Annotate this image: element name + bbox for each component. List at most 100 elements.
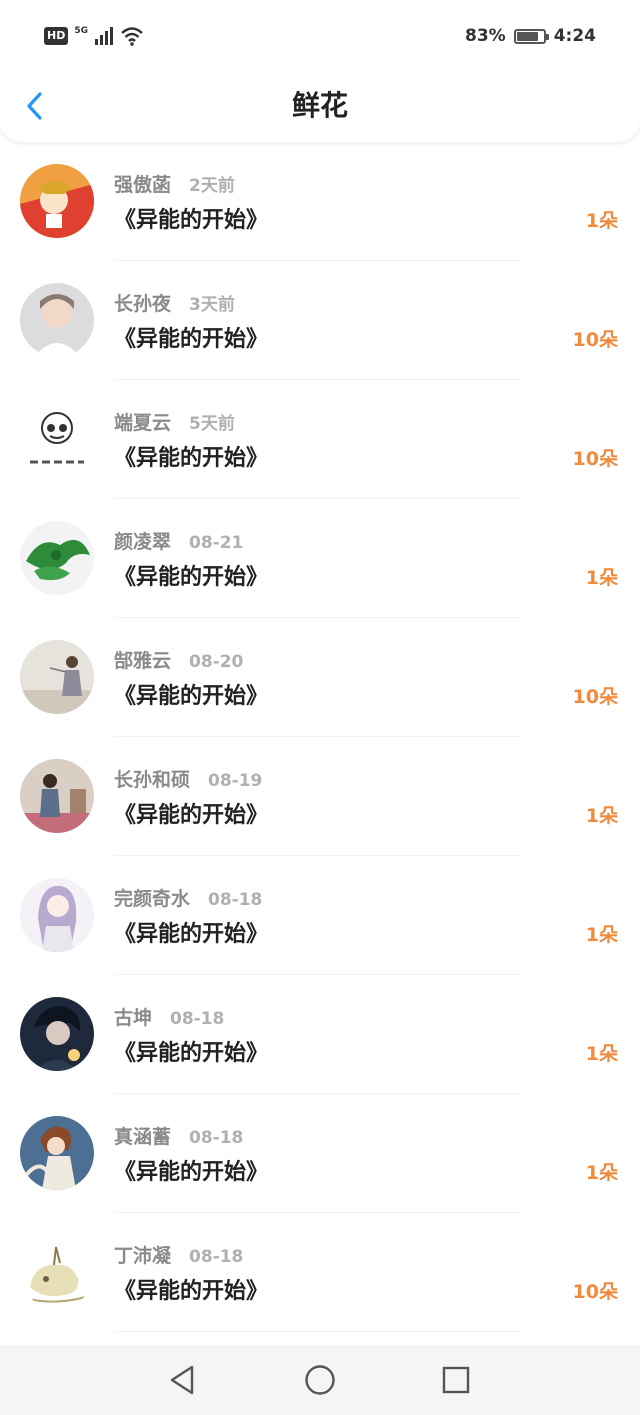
status-bar: HD 5G 83% 4:24 (0, 0, 640, 72)
recents-square-icon (442, 1366, 470, 1394)
avatar-image-icon (20, 878, 94, 952)
flower-count: 1朵 (585, 210, 618, 232)
post-time: 08-18 (208, 890, 263, 910)
post-time: 08-21 (189, 533, 244, 553)
book-title: 《异能的开始》 (114, 1041, 269, 1066)
avatar-image-icon (20, 640, 94, 714)
list-item[interactable]: 丁沛凝 08-18 《异能的开始》 10朵 (0, 1213, 640, 1332)
avatar[interactable] (20, 759, 94, 833)
book-title: 《异能的开始》 (114, 565, 269, 590)
avatar[interactable] (20, 997, 94, 1071)
list-item[interactable]: 端夏云 5天前 《异能的开始》 10朵 (0, 380, 640, 499)
user-name: 丁沛凝 (114, 1245, 172, 1267)
avatar[interactable] (20, 878, 94, 952)
avatar-image-icon (20, 1116, 94, 1190)
book-title: 《异能的开始》 (114, 684, 269, 709)
user-name: 郜雅云 (114, 650, 172, 672)
user-name: 颜凌翠 (114, 531, 172, 553)
list-item[interactable]: 郜雅云 08-20 《异能的开始》 10朵 (0, 618, 640, 737)
list-item[interactable]: 完颜奇水 08-18 《异能的开始》 1朵 (0, 856, 640, 975)
book-title: 《异能的开始》 (114, 1279, 269, 1304)
row-meta: 长孙和硕 08-19 (114, 765, 262, 792)
flower-count: 1朵 (585, 805, 618, 827)
screen: HD 5G 83% 4:24 鲜花 强傲菡 2天前 《异能的开始》 1朵 长孙夜… (0, 0, 640, 1415)
battery-percent: 83% (465, 26, 506, 46)
flower-count: 10朵 (572, 686, 618, 708)
row-meta: 丁沛凝 08-18 (114, 1241, 243, 1268)
user-name: 完颜奇水 (114, 888, 191, 910)
avatar[interactable] (20, 164, 94, 238)
nav-recents-button[interactable] (439, 1363, 473, 1397)
signal-icon (95, 27, 113, 45)
post-time: 08-18 (189, 1128, 244, 1148)
row-meta: 强傲菡 2天前 (114, 170, 235, 197)
home-circle-icon (305, 1365, 335, 1395)
list-item[interactable]: 强傲菡 2天前 《异能的开始》 1朵 (0, 142, 640, 261)
flower-count: 10朵 (572, 1281, 618, 1303)
status-left: HD 5G (44, 26, 144, 46)
battery-fill (516, 31, 539, 41)
user-name: 端夏云 (114, 412, 172, 434)
avatar-image-icon (20, 1235, 94, 1309)
list-item[interactable]: 长孙和硕 08-19 《异能的开始》 1朵 (0, 737, 640, 856)
list-item[interactable]: 真涵蓄 08-18 《异能的开始》 1朵 (0, 1094, 640, 1213)
avatar[interactable] (20, 521, 94, 595)
avatar-image-icon (20, 759, 94, 833)
row-meta: 长孙夜 3天前 (114, 289, 235, 316)
book-title: 《异能的开始》 (114, 446, 269, 471)
list-item[interactable]: 长孙夜 3天前 《异能的开始》 10朵 (0, 261, 640, 380)
post-time: 2天前 (189, 176, 235, 196)
back-triangle-icon (170, 1365, 194, 1395)
row-meta: 完颜奇水 08-18 (114, 884, 262, 911)
flower-list: 强傲菡 2天前 《异能的开始》 1朵 长孙夜 3天前 《异能的开始》 10朵 端… (0, 142, 640, 1332)
avatar-image-icon (20, 402, 94, 476)
clock: 4:24 (553, 26, 596, 46)
flower-count: 10朵 (572, 329, 618, 351)
avatar[interactable] (20, 402, 94, 476)
user-name: 古坤 (114, 1007, 153, 1029)
nav-back-button[interactable] (166, 1363, 200, 1397)
avatar-image-icon (20, 521, 94, 595)
row-meta: 颜凌翠 08-21 (114, 527, 243, 554)
row-meta: 端夏云 5天前 (114, 408, 235, 435)
network-label: 5G (74, 26, 88, 36)
avatar-image-icon (20, 164, 94, 238)
post-time: 08-20 (189, 652, 244, 672)
post-time: 08-18 (189, 1247, 244, 1267)
list-item[interactable]: 颜凌翠 08-21 《异能的开始》 1朵 (0, 499, 640, 618)
wifi-icon (121, 27, 143, 46)
post-time: 3天前 (189, 295, 235, 315)
book-title: 《异能的开始》 (114, 327, 269, 352)
avatar-image-icon (20, 997, 94, 1071)
user-name: 长孙夜 (114, 293, 172, 315)
battery-icon (513, 28, 549, 44)
top-card: HD 5G 83% 4:24 鲜花 (0, 0, 640, 142)
status-right: 83% 4:24 (465, 26, 596, 46)
avatar[interactable] (20, 1235, 94, 1309)
user-name: 真涵蓄 (114, 1126, 172, 1148)
post-time: 08-19 (208, 771, 263, 791)
nav-home-button[interactable] (303, 1363, 337, 1397)
post-time: 08-18 (170, 1009, 225, 1029)
avatar[interactable] (20, 283, 94, 357)
flower-count: 1朵 (585, 1162, 618, 1184)
flower-count: 1朵 (585, 924, 618, 946)
book-title: 《异能的开始》 (114, 803, 269, 828)
avatar-image-icon (20, 283, 94, 357)
book-title: 《异能的开始》 (114, 922, 269, 947)
flower-count: 1朵 (585, 567, 618, 589)
row-meta: 古坤 08-18 (114, 1003, 224, 1030)
row-meta: 郜雅云 08-20 (114, 646, 243, 673)
avatar[interactable] (20, 640, 94, 714)
hd-badge: HD (44, 27, 69, 45)
book-title: 《异能的开始》 (114, 208, 269, 233)
book-title: 《异能的开始》 (114, 1160, 269, 1185)
flower-count: 1朵 (585, 1043, 618, 1065)
system-nav-bar (0, 1345, 640, 1415)
list-item[interactable]: 古坤 08-18 《异能的开始》 1朵 (0, 975, 640, 1094)
avatar[interactable] (20, 1116, 94, 1190)
user-name: 强傲菡 (114, 174, 172, 196)
header: 鲜花 (0, 72, 640, 142)
user-name: 长孙和硕 (114, 769, 191, 791)
row-meta: 真涵蓄 08-18 (114, 1122, 243, 1149)
